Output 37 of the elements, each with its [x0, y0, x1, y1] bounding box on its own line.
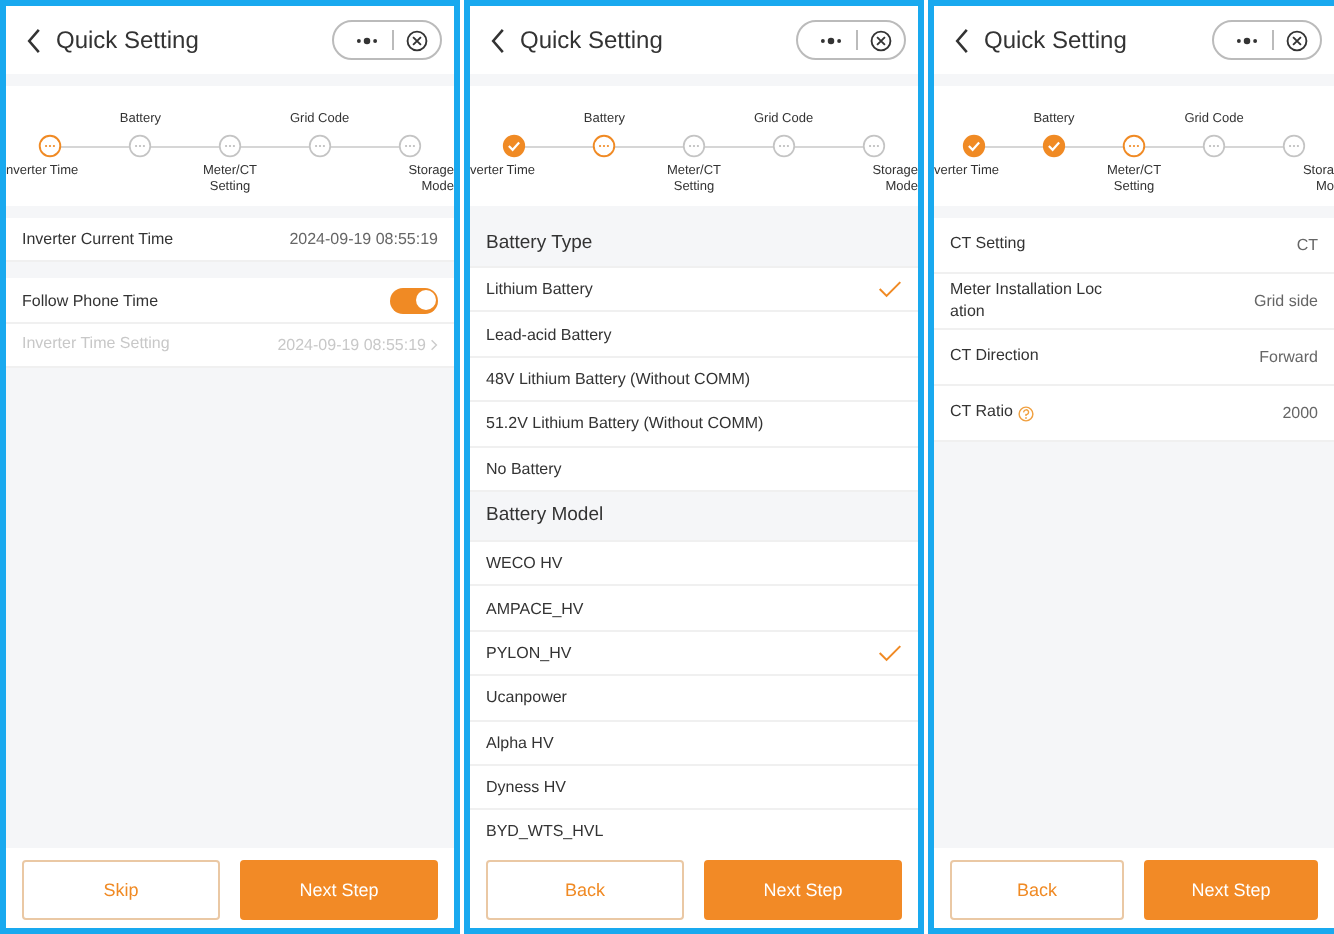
- option-row[interactable]: No Battery: [470, 447, 918, 492]
- section-header: Battery Model: [486, 504, 604, 527]
- close-icon[interactable]: [406, 29, 428, 51]
- option-row[interactable]: AMPACE_HV: [470, 586, 918, 632]
- back-icon[interactable]: [490, 27, 506, 53]
- screen-title: Quick Setting: [56, 26, 201, 54]
- option-row[interactable]: Lead-acid Battery: [470, 312, 918, 358]
- option-row[interactable]: Lithium Battery: [470, 268, 918, 313]
- more-icon[interactable]: [1234, 35, 1260, 45]
- setting-value: Forward: [1259, 348, 1318, 366]
- option-row[interactable]: 48V Lithium Battery (Without COMM): [470, 357, 918, 403]
- setting-label: Meter Installation Location: [950, 280, 1105, 322]
- option-row[interactable]: PYLON_HV: [470, 631, 918, 677]
- setting-label: Inverter Current Time: [22, 229, 174, 250]
- setting-label: Follow Phone Time: [22, 291, 159, 310]
- back-icon[interactable]: [26, 27, 42, 53]
- more-icon[interactable]: [354, 35, 380, 45]
- close-icon[interactable]: [870, 29, 892, 51]
- setting-value: 2000: [1282, 404, 1318, 422]
- close-icon[interactable]: [1286, 29, 1308, 51]
- option-row[interactable]: 51.2V Lithium Battery (Without COMM): [470, 402, 918, 448]
- setting-label: CT Ratio: [950, 402, 1013, 424]
- screen-title: Quick Setting: [984, 26, 1129, 54]
- back-icon[interactable]: [954, 27, 970, 53]
- option-row[interactable]: Dyness HV: [470, 765, 918, 811]
- setting-value: CT: [1296, 236, 1318, 254]
- option-row[interactable]: Alpha HV: [470, 721, 918, 766]
- setting-value: 2024-09-19 08:55:19: [289, 230, 438, 249]
- toggle-switch[interactable]: [390, 287, 438, 314]
- option-row[interactable]: WECO HV: [470, 541, 918, 587]
- setting-label: CT Setting: [950, 234, 1026, 256]
- setting-value: Grid side: [1253, 292, 1318, 310]
- section-header: Battery Type: [486, 231, 593, 253]
- more-icon[interactable]: [818, 35, 844, 45]
- setting-label: CT Direction: [950, 346, 1039, 368]
- screen-title: Quick Setting: [520, 26, 665, 54]
- option-row[interactable]: Ucanpower: [470, 676, 918, 722]
